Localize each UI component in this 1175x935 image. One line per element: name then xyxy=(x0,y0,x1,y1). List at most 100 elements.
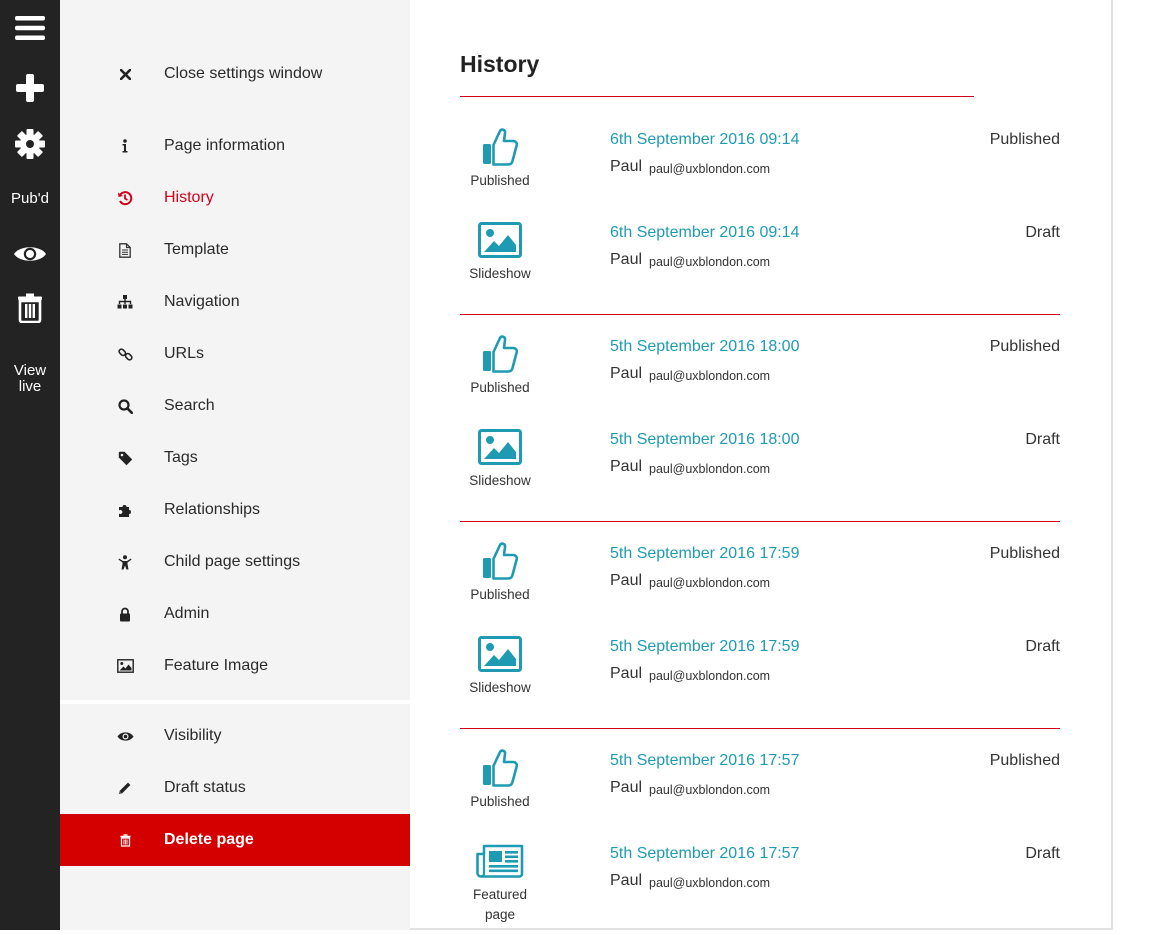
entry-date[interactable]: 6th September 2016 09:14 xyxy=(610,131,799,149)
history-entry[interactable]: Featured page 5th September 2016 17:57 P… xyxy=(460,841,1060,922)
entry-date[interactable]: 5th September 2016 18:00 xyxy=(610,431,799,449)
lock-icon xyxy=(116,605,134,623)
group-divider xyxy=(460,521,1060,522)
thumbs-up-icon xyxy=(460,541,540,581)
entry-date[interactable]: 6th September 2016 09:14 xyxy=(610,224,799,242)
entry-status: Draft xyxy=(1025,224,1060,241)
entry-status: Published xyxy=(989,752,1060,769)
entry-email: paul@uxblondon.com xyxy=(649,576,771,590)
image-icon xyxy=(460,427,540,467)
menu-label: Close settings window xyxy=(164,65,323,82)
urls-item[interactable]: URLs xyxy=(60,328,410,380)
entry-status: Draft xyxy=(1025,845,1060,862)
entry-date[interactable]: 5th September 2016 17:59 xyxy=(610,638,799,656)
menu-label: Template xyxy=(164,241,229,258)
menu-label: History xyxy=(164,189,214,206)
entry-type-label: Slideshow xyxy=(469,266,531,281)
add-button[interactable] xyxy=(0,70,60,106)
settings-button[interactable] xyxy=(0,126,60,162)
puzzle-icon xyxy=(116,501,134,519)
entry-email: paul@uxblondon.com xyxy=(649,162,771,176)
history-entry[interactable]: Published 5th September 2016 18:00 Paul … xyxy=(460,334,1060,414)
page-information-item[interactable]: Page information xyxy=(60,120,410,172)
admin-item[interactable]: Admin xyxy=(60,588,410,640)
entry-user: Paul xyxy=(610,158,643,175)
navigation-item[interactable]: Navigation xyxy=(60,276,410,328)
settings-panel: Close settings window Page information H… xyxy=(60,0,410,930)
entry-status: Published xyxy=(989,131,1060,148)
menu-label: Relationships xyxy=(164,501,261,518)
group-divider xyxy=(460,728,1060,729)
history-entry[interactable]: Slideshow 5th September 2016 18:00 Paul … xyxy=(460,427,1060,507)
entry-user: Paul xyxy=(610,365,643,382)
child-page-settings-item[interactable]: Child page settings xyxy=(60,536,410,588)
menu-label: URLs xyxy=(164,345,205,362)
entry-user: Paul xyxy=(610,251,643,268)
thumbs-up-icon xyxy=(460,127,540,167)
view-live-label: View xyxy=(13,362,47,379)
search-item[interactable]: Search xyxy=(60,380,410,432)
history-entry[interactable]: Slideshow 5th September 2016 17:59 Paul … xyxy=(460,634,1060,714)
entry-date[interactable]: 5th September 2016 17:59 xyxy=(610,545,799,563)
image-icon xyxy=(460,634,540,674)
entry-date[interactable]: 5th September 2016 17:57 xyxy=(610,845,799,863)
entry-email: paul@uxblondon.com xyxy=(649,255,771,269)
entry-type-label: Published xyxy=(470,794,530,809)
delete-button[interactable] xyxy=(0,291,60,325)
history-entry[interactable]: Published 6th September 2016 09:14 Paul … xyxy=(460,127,1060,207)
group-divider xyxy=(460,314,1060,315)
menu-label: Page information xyxy=(164,137,285,154)
menu-button[interactable] xyxy=(0,10,60,46)
pencil-icon xyxy=(116,779,134,797)
entry-type-label: Featured page xyxy=(472,887,528,922)
title-divider xyxy=(460,96,974,97)
menu-label: Feature Image xyxy=(164,657,269,674)
relationships-item[interactable]: Relationships xyxy=(60,484,410,536)
history-entry[interactable]: Published 5th September 2016 17:59 Paul … xyxy=(460,541,1060,621)
entry-email: paul@uxblondon.com xyxy=(649,876,771,890)
entry-date[interactable]: 5th September 2016 18:00 xyxy=(610,338,799,356)
menu-label: Search xyxy=(164,397,215,414)
tags-item[interactable]: Tags xyxy=(60,432,410,484)
draft-status-item[interactable]: Draft status xyxy=(60,762,410,814)
entry-status: Published xyxy=(989,338,1060,355)
history-content: History Published 6th September 2016 09:… xyxy=(410,0,1113,930)
status-button[interactable]: Pub'd xyxy=(0,186,60,212)
menu-icon xyxy=(15,16,45,40)
page-title: History xyxy=(460,51,540,77)
view-live-button[interactable]: View live xyxy=(0,362,60,396)
history-entry[interactable]: Published 5th September 2016 17:57 Paul … xyxy=(460,748,1060,828)
eye-icon xyxy=(116,727,134,745)
trash-icon xyxy=(18,293,42,323)
entry-email: paul@uxblondon.com xyxy=(649,462,771,476)
image-icon xyxy=(460,220,540,260)
menu-label: Tags xyxy=(164,449,198,466)
sitemap-icon xyxy=(116,293,134,311)
entry-type-label: Published xyxy=(470,587,530,602)
template-item[interactable]: Template xyxy=(60,224,410,276)
history-entry[interactable]: Slideshow 6th September 2016 09:14 Paul … xyxy=(460,220,1060,300)
thumbs-up-icon xyxy=(460,334,540,374)
entry-type-label: Slideshow xyxy=(469,473,531,488)
entry-user: Paul xyxy=(610,872,643,889)
menu-label: Delete page xyxy=(164,831,254,848)
panel-divider xyxy=(60,700,410,704)
entry-user: Paul xyxy=(610,572,643,589)
menu-label: Child page settings xyxy=(164,553,301,570)
close-settings-item[interactable]: Close settings window xyxy=(60,48,410,100)
left-toolbar: Pub'd View live xyxy=(0,0,60,930)
document-icon xyxy=(116,241,134,259)
info-icon xyxy=(116,137,134,155)
feature-image-item[interactable]: Feature Image xyxy=(60,640,410,692)
delete-page-item[interactable]: Delete page xyxy=(60,814,410,866)
visibility-item[interactable]: Visibility xyxy=(60,710,410,762)
menu-label: Visibility xyxy=(164,727,222,744)
preview-button[interactable] xyxy=(0,238,60,270)
entry-date[interactable]: 5th September 2016 17:57 xyxy=(610,752,799,770)
entry-email: paul@uxblondon.com xyxy=(649,369,771,383)
menu-label: Draft status xyxy=(164,779,246,796)
entry-user: Paul xyxy=(610,458,643,475)
history-item[interactable]: History xyxy=(60,172,410,224)
trash-icon xyxy=(116,831,134,849)
link-icon xyxy=(116,345,134,363)
